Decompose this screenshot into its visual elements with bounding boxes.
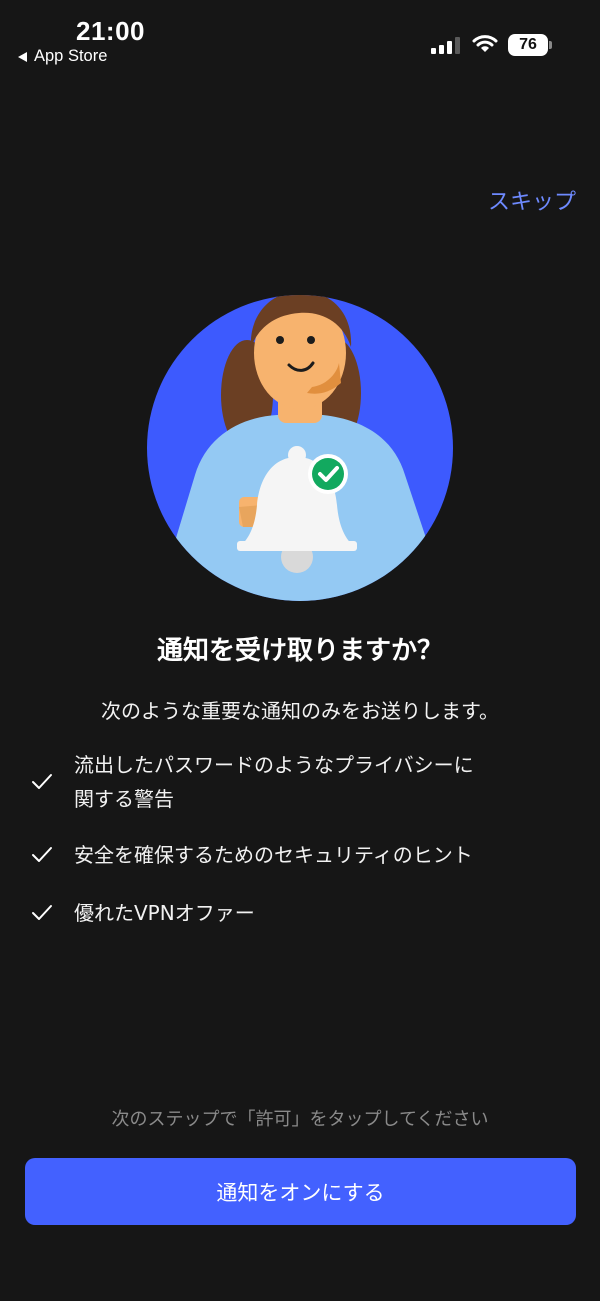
list-item-line: 関する警告 [74,787,174,811]
hint-text: 次のステップで「許可」をタップしてください [111,1109,489,1130]
enable-notifications-button[interactable]: 通知をオンにする [25,1158,576,1225]
notification-illustration [147,295,453,601]
list-item: 安全を確保するためのセキュリティのヒント [30,838,570,872]
battery-nub [549,41,552,49]
status-time: 21:00 [76,16,145,46]
checkmark-icon [32,847,52,862]
list-item-text: 優れたVPNオファー [74,901,255,925]
checkmark-icon [32,774,52,789]
list-item-text: 流出したパスワードのようなプライバシーに 関する警告 [74,748,474,816]
signal-icon [431,37,460,54]
wifi-icon [472,35,498,52]
list-item-text: 安全を確保するためのセキュリティのヒント [74,843,473,867]
battery-icon: 76 [508,34,548,56]
page-title: 通知を受け取りますか？ [156,636,443,666]
checkmark-icon [32,905,52,920]
back-arrow-icon [18,51,27,62]
back-to-app-store[interactable]: App Store [18,47,107,66]
list-item: 優れたVPNオファー [30,896,570,930]
lead-text: 次のような重要な通知のみをお送りします。 [101,699,499,723]
list-item: 流出したパスワードのようなプライバシーに 関する警告 [30,748,570,816]
back-app-label: App Store [34,47,108,65]
benefits-list: 流出したパスワードのようなプライバシーに 関する警告 安全を確保するためのセキュ… [30,748,570,952]
skip-button[interactable]: スキップ [488,184,576,216]
list-item-line: 流出したパスワードのようなプライバシーに [74,753,474,777]
